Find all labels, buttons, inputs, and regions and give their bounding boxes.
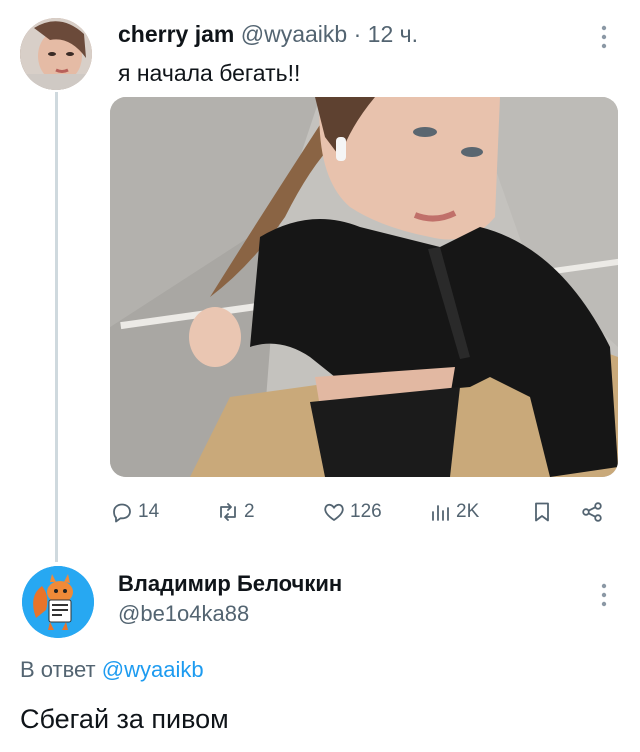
reply-button[interactable]: 14 [110, 498, 159, 526]
heart-icon [324, 503, 344, 521]
bookmark-button[interactable] [530, 498, 558, 526]
reply-text: Сбегай за пивом [20, 704, 229, 734]
views-chart-icon [432, 505, 449, 521]
views-count: 2K [456, 501, 480, 522]
tweet-timestamp[interactable]: 12 ч. [368, 21, 418, 47]
squirrel-avatar-image [22, 566, 94, 638]
reply-author-name[interactable]: Владимир Белочкин [118, 570, 342, 598]
reply-count: 14 [138, 501, 160, 522]
selfie-photo [110, 97, 618, 477]
like-button[interactable]: 126 [322, 498, 382, 526]
thread-connector-line [55, 92, 58, 562]
tweet-text: я начала бегать!! [118, 60, 301, 86]
tweet-actions: 14 2 126 2K [110, 498, 618, 526]
reply-icon [113, 503, 131, 523]
share-button[interactable] [580, 498, 608, 526]
author-avatar[interactable] [20, 18, 92, 90]
retweet-icon [220, 503, 236, 521]
retweet-button[interactable]: 2 [216, 498, 255, 526]
more-vertical-icon[interactable] [598, 24, 610, 50]
reply-author-handle[interactable]: @be1o4ka88 [118, 600, 249, 628]
header-separator: · [353, 21, 362, 47]
reply-to-line: В ответ @wyaaikb [20, 656, 204, 684]
bookmark-icon [535, 502, 549, 522]
like-count: 126 [350, 501, 382, 522]
reply-author-avatar[interactable] [22, 566, 94, 638]
share-icon [582, 502, 602, 522]
avatar-photo [20, 18, 92, 90]
author-name[interactable]: cherry jam [118, 21, 234, 47]
reply-to-prefix: В ответ [20, 657, 96, 682]
reply-to-mention-link[interactable]: @wyaaikb [102, 657, 204, 682]
tweet-photo[interactable] [110, 97, 618, 477]
author-handle[interactable]: @wyaaikb [241, 21, 347, 47]
retweet-count: 2 [244, 501, 255, 522]
views-button[interactable]: 2K [428, 498, 479, 526]
more-vertical-icon[interactable] [598, 582, 610, 608]
tweet-header: cherry jam @wyaaikb · 12 ч. [118, 20, 418, 48]
